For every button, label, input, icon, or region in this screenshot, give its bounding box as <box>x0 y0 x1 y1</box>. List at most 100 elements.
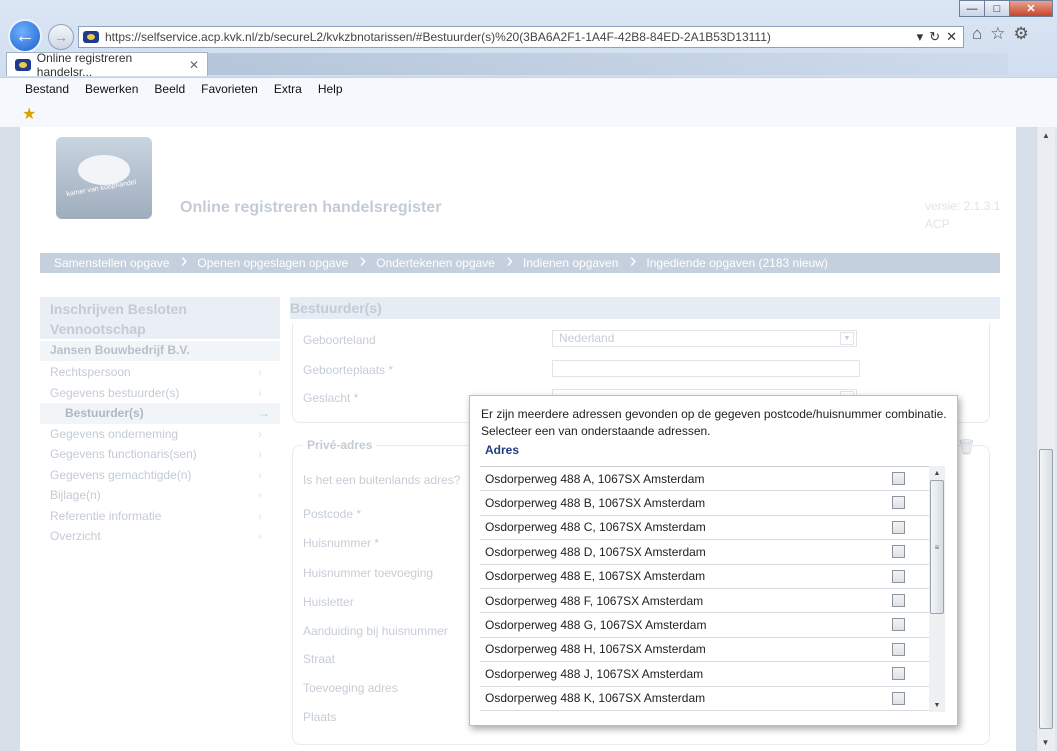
kvk-logo: kamer van koophandel <box>56 137 152 219</box>
dropdown-arrow-icon[interactable]: ▾ <box>917 29 924 45</box>
tab-favicon-icon <box>15 58 31 71</box>
app-title: Online registreren handelsregister <box>180 199 442 216</box>
address-checkbox[interactable] <box>892 642 905 656</box>
address-checkbox[interactable] <box>892 667 905 681</box>
wizard-step-indienen[interactable]: Indienen opgaven <box>509 250 637 273</box>
sidebar-item-gegevens-onderneming[interactable]: Gegevens onderneming <box>40 424 280 445</box>
stop-icon[interactable]: ✕ <box>946 29 957 45</box>
address-checkbox[interactable] <box>892 618 905 632</box>
plaats-label: Plaats <box>303 710 337 724</box>
huisnummer-toevoeging-label: Huisnummer toevoeging <box>303 566 434 580</box>
close-window-button[interactable]: ✕ <box>1009 0 1053 17</box>
maximize-button[interactable]: □ <box>984 0 1010 17</box>
huisnummer-label: Huisnummer * <box>303 536 380 550</box>
address-checkbox[interactable] <box>892 520 905 534</box>
sidebar-item-bijlagen[interactable]: Bijlage(n) <box>40 485 280 506</box>
sidebar-nav: Rechtspersoon Gegevens bestuurder(s) Bes… <box>40 362 280 547</box>
browser-chrome: — □ ✕ ← → https://selfservice.acp.kvk.nl… <box>0 0 1057 127</box>
chevron-down-icon[interactable]: ▼ <box>840 332 854 345</box>
menu-bestand[interactable]: Bestand <box>25 82 69 96</box>
menu-extra[interactable]: Extra <box>274 82 302 96</box>
prive-adres-legend: Privé-adres <box>303 438 377 452</box>
wizard-step-ingediend[interactable]: Ingediende opgaven (2183 nieuw) <box>632 253 841 273</box>
tab-title: Online registreren handelsr... <box>36 50 133 79</box>
address-row[interactable]: Osdorperweg 488 D, 1067SX Amsterdam <box>480 540 929 565</box>
sidebar-item-gemachtigden[interactable]: Gegevens gemachtigde(n) <box>40 465 280 486</box>
wizard-step-samenstellen[interactable]: Samenstellen opgave <box>40 250 188 273</box>
scroll-thumb[interactable] <box>1039 449 1053 729</box>
add-favorite-icon[interactable]: ★ <box>22 104 36 124</box>
address-row[interactable]: Osdorperweg 488 B, 1067SX Amsterdam <box>480 491 929 516</box>
menu-help[interactable]: Help <box>318 82 343 96</box>
address-row[interactable]: Osdorperweg 488 A, 1067SX Amsterdam <box>480 467 929 492</box>
address-checkbox[interactable] <box>892 691 905 705</box>
dialog-message: Er zijn meerdere adressen gevonden op de… <box>481 407 947 438</box>
address-checkbox[interactable] <box>892 472 905 485</box>
address-row[interactable]: Osdorperweg 488 H, 1067SX Amsterdam <box>480 638 929 663</box>
geboorteland-select[interactable]: Nederland ▼ <box>552 330 857 347</box>
sidebar-item-rechtspersoon[interactable]: Rechtspersoon <box>40 362 280 383</box>
sidebar-item-gegevens-bestuurders[interactable]: Gegevens bestuurder(s) <box>40 383 280 404</box>
geboorteplaats-label: Geboorteplaats * <box>303 363 394 377</box>
menu-bar: Bestand Bewerken Beeld Favorieten Extra … <box>0 77 1057 99</box>
address-list-scrollbar[interactable]: ▲ ≡ ▼ <box>929 466 945 712</box>
version-info: versie: 2.1.3.1 ACP <box>925 199 1001 231</box>
geboorteplaats-input[interactable] <box>552 360 860 377</box>
huisletter-label: Huisletter <box>303 595 354 609</box>
address-row[interactable]: Osdorperweg 488 F, 1067SX Amsterdam <box>480 589 929 614</box>
tab-active[interactable]: Online registreren handelsr... ✕ <box>6 50 208 79</box>
minimize-button[interactable]: — <box>959 0 985 17</box>
favorites-bar: ★ <box>0 99 1057 127</box>
postcode-label: Postcode * <box>303 507 362 521</box>
menu-favorieten[interactable]: Favorieten <box>201 82 258 96</box>
address-checkbox[interactable] <box>892 569 905 583</box>
wizard-step-openen[interactable]: Openen opgeslagen opgave <box>183 250 366 273</box>
page-scrollbar[interactable]: ▲ ▼ <box>1036 127 1055 751</box>
favorites-star-icon[interactable]: ☆ <box>990 24 1005 44</box>
site-favicon-icon <box>83 31 99 43</box>
sidebar-item-bestuurders[interactable]: Bestuurder(s) <box>40 403 280 424</box>
address-checkbox[interactable] <box>892 545 905 559</box>
window-controls: — □ ✕ <box>959 0 1053 17</box>
scroll-thumb[interactable]: ≡ <box>930 480 944 614</box>
geboorteland-label: Geboorteland <box>303 333 376 347</box>
address-row[interactable]: Osdorperweg 488 J, 1067SX Amsterdam <box>480 662 929 687</box>
address-bar[interactable]: https://selfservice.acp.kvk.nl/zb/secure… <box>78 26 964 48</box>
buitenlands-label: Is het een buitenlands adres? <box>303 473 461 487</box>
background-tabs[interactable] <box>208 53 1008 75</box>
straat-label: Straat <box>303 652 336 666</box>
address-select-dialog: Er zijn meerdere adressen gevonden op de… <box>469 395 958 726</box>
address-row[interactable]: Osdorperweg 488 E, 1067SX Amsterdam <box>480 565 929 589</box>
scroll-down-icon[interactable]: ▼ <box>929 698 945 712</box>
geslacht-label: Geslacht * <box>303 391 359 405</box>
address-column-header: Adres <box>485 443 520 457</box>
toevoeging-adres-label: Toevoeging adres <box>303 681 398 695</box>
sidebar-company: Jansen Bouwbedrijf B.V. <box>40 341 280 361</box>
home-icon[interactable]: ⌂ <box>972 24 982 44</box>
address-row[interactable]: Osdorperweg 488 C, 1067SX Amsterdam <box>480 516 929 541</box>
sidebar-item-functionarissen[interactable]: Gegevens functionaris(sen) <box>40 444 280 465</box>
address-row[interactable]: Osdorperweg 488 K, 1067SX Amsterdam <box>480 687 929 711</box>
address-checkbox[interactable] <box>892 593 905 607</box>
wizard-steps: Samenstellen opgave Openen opgeslagen op… <box>40 250 1000 273</box>
scroll-up-icon[interactable]: ▲ <box>1037 127 1055 144</box>
menu-bewerken[interactable]: Bewerken <box>85 82 138 96</box>
url-text[interactable]: https://selfservice.acp.kvk.nl/zb/secure… <box>105 30 911 44</box>
wizard-step-ondertekenen[interactable]: Ondertekenen opgave <box>362 250 513 273</box>
back-button[interactable]: ← <box>8 19 42 53</box>
address-checkbox[interactable] <box>892 496 905 510</box>
settings-gear-icon[interactable]: ⚙ <box>1014 24 1029 44</box>
address-row[interactable]: Osdorperweg 488 G, 1067SX Amsterdam <box>480 613 929 638</box>
scroll-down-icon[interactable]: ▼ <box>1037 734 1054 751</box>
section-title: Bestuurder(s) <box>290 297 1000 319</box>
refresh-icon[interactable]: ↻ <box>929 29 940 45</box>
menu-beeld[interactable]: Beeld <box>154 82 185 96</box>
sidebar-title: Inschrijven Besloten Vennootschap <box>40 297 280 339</box>
aanduiding-label: Aanduiding bij huisnummer <box>303 624 448 638</box>
forward-button[interactable]: → <box>48 24 74 50</box>
scroll-up-icon[interactable]: ▲ <box>929 466 945 480</box>
sidebar-item-overzicht[interactable]: Overzicht <box>40 526 280 547</box>
address-list: Osdorperweg 488 A, 1067SX Amsterdam Osdo… <box>480 466 929 712</box>
tab-close-icon[interactable]: ✕ <box>189 58 199 72</box>
sidebar-item-referentie[interactable]: Referentie informatie <box>40 506 280 527</box>
